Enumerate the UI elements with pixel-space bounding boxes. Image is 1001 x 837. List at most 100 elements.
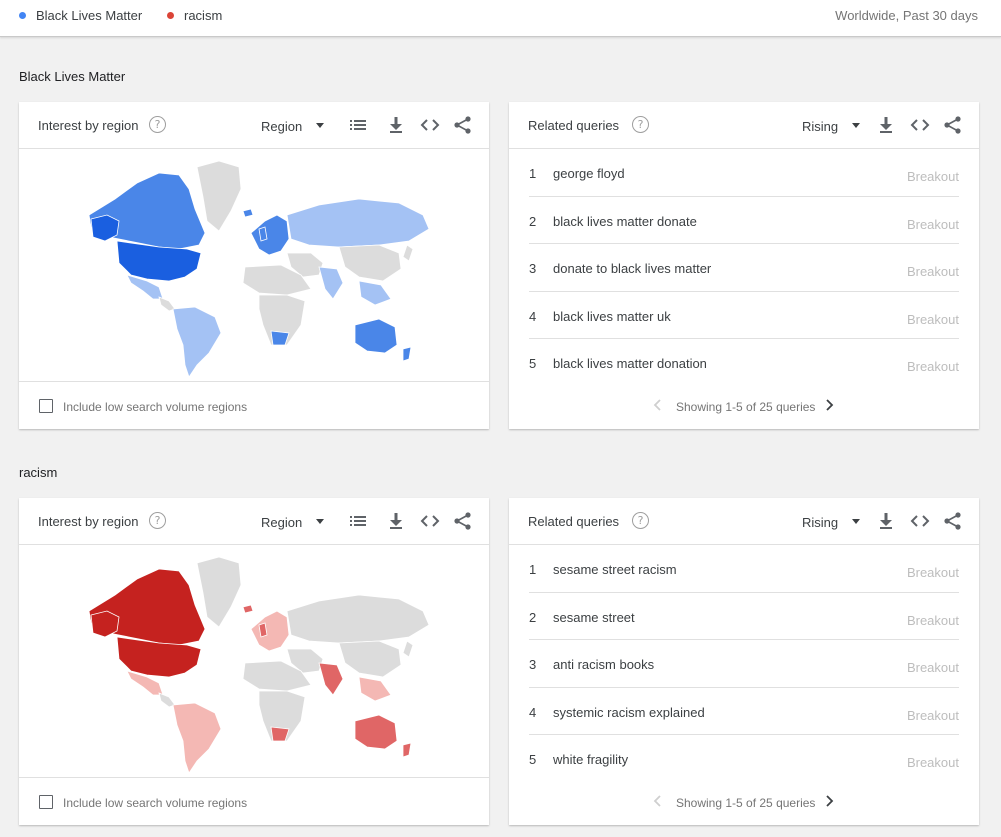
share-icon[interactable] <box>452 510 474 532</box>
query-row[interactable]: 3 anti racism books Breakout <box>529 640 959 688</box>
comparison-bar: Black Lives Matter racism Worldwide, Pas… <box>0 0 1001 37</box>
query-text[interactable]: systemic racism explained <box>553 705 705 720</box>
query-rank: 3 <box>529 657 537 672</box>
help-circle-icon[interactable]: ? <box>632 512 649 529</box>
map-region-europe-west[interactable] <box>250 610 290 652</box>
query-row[interactable]: 2 black lives matter donate Breakout <box>529 197 959 244</box>
chevron-right-icon[interactable] <box>824 399 834 411</box>
query-row[interactable]: 1 sesame street racism Breakout <box>529 545 959 593</box>
dropdown-caret-icon[interactable] <box>316 123 324 128</box>
section-title-1: Black Lives Matter <box>19 69 126 84</box>
query-row[interactable]: 4 black lives matter uk Breakout <box>529 292 959 339</box>
query-rank: 4 <box>529 704 537 720</box>
map-region-new-zealand[interactable] <box>402 742 412 758</box>
map-region-russia[interactable] <box>286 594 430 644</box>
card-header: Related queries ? Rising <box>509 102 979 149</box>
query-text[interactable]: black lives matter uk <box>553 309 671 324</box>
query-text[interactable]: anti racism books <box>553 657 654 672</box>
dropdown-caret-icon[interactable] <box>316 519 324 524</box>
map-region-south-am[interactable] <box>172 306 222 378</box>
map-region-se-asia[interactable] <box>358 280 392 306</box>
dropdown-caret-icon[interactable] <box>852 519 860 524</box>
map-region-se-asia[interactable] <box>358 676 392 702</box>
pagination: Showing 1-5 of 25 queries <box>509 779 979 825</box>
share-icon[interactable] <box>942 114 964 136</box>
query-text[interactable]: sesame street racism <box>553 562 677 577</box>
embed-code-icon[interactable] <box>909 114 931 136</box>
rising-select[interactable]: Rising <box>802 119 838 134</box>
embed-code-icon[interactable] <box>419 114 441 136</box>
query-row[interactable]: 1 george floyd Breakout <box>529 149 959 197</box>
query-value: Breakout <box>906 755 959 770</box>
scope-label: Worldwide, Past 30 days <box>835 8 978 23</box>
region-select[interactable]: Region <box>261 515 302 530</box>
chevron-right-icon[interactable] <box>824 795 834 807</box>
map-region-greenland[interactable] <box>196 160 242 232</box>
query-row[interactable]: 3 donate to black lives matter Breakout <box>529 244 959 292</box>
query-value: Breakout <box>906 216 959 232</box>
map-region-iceland[interactable] <box>242 208 254 218</box>
map-region-india[interactable] <box>318 266 344 300</box>
query-row[interactable]: 5 black lives matter donation Breakout <box>529 339 959 386</box>
pagination-label: Showing 1-5 of 25 queries <box>676 400 816 414</box>
download-icon[interactable] <box>875 510 897 532</box>
query-text[interactable]: black lives matter donate <box>553 214 697 229</box>
legend-dot-red <box>167 12 174 19</box>
dropdown-caret-icon[interactable] <box>852 123 860 128</box>
map-region-australia[interactable] <box>354 318 398 354</box>
region-select[interactable]: Region <box>261 119 302 134</box>
query-text[interactable]: sesame street <box>553 610 635 625</box>
query-value: Breakout <box>906 311 959 327</box>
query-text[interactable]: donate to black lives matter <box>553 261 711 276</box>
download-icon[interactable] <box>385 510 407 532</box>
card-header: Interest by region ? Region <box>19 102 489 149</box>
map-region-australia[interactable] <box>354 714 398 750</box>
query-value: Breakout <box>906 707 959 723</box>
list-view-icon[interactable] <box>347 114 369 136</box>
related-queries-card-2: Related queries ? Rising 1 sesame street… <box>509 498 979 825</box>
query-list: 1 sesame street racism Breakout 2 sesame… <box>529 545 959 782</box>
chevron-left-icon[interactable] <box>653 795 663 807</box>
help-circle-icon[interactable]: ? <box>632 116 649 133</box>
world-map[interactable] <box>19 149 489 382</box>
help-circle-icon[interactable]: ? <box>149 512 166 529</box>
map-region-iceland[interactable] <box>242 604 254 614</box>
query-row[interactable]: 5 white fragility Breakout <box>529 735 959 782</box>
query-text[interactable]: white fragility <box>553 752 628 767</box>
map-region-europe-west[interactable] <box>250 214 290 256</box>
world-map[interactable] <box>19 545 489 778</box>
map-region-asia-east[interactable] <box>338 640 402 678</box>
map-region-japan[interactable] <box>402 244 414 262</box>
low-volume-checkbox[interactable] <box>39 795 53 809</box>
embed-code-icon[interactable] <box>419 510 441 532</box>
low-volume-checkbox[interactable] <box>39 399 53 413</box>
map-region-india[interactable] <box>318 662 344 696</box>
map-region-russia[interactable] <box>286 198 430 248</box>
interest-by-region-card-2: Interest by region ? Region Include low … <box>19 498 489 825</box>
share-icon[interactable] <box>452 114 474 136</box>
section-title-2: racism <box>19 465 58 480</box>
download-icon[interactable] <box>875 114 897 136</box>
embed-code-icon[interactable] <box>909 510 931 532</box>
legend-term-1[interactable]: Black Lives Matter <box>19 8 142 23</box>
help-circle-icon[interactable]: ? <box>149 116 166 133</box>
query-row[interactable]: 2 sesame street Breakout <box>529 593 959 640</box>
query-value: Breakout <box>906 359 959 374</box>
card-title: Interest by region <box>38 514 139 529</box>
rising-select[interactable]: Rising <box>802 515 838 530</box>
legend-dot-blue <box>19 12 26 19</box>
query-text[interactable]: black lives matter donation <box>553 356 707 371</box>
list-view-icon[interactable] <box>347 510 369 532</box>
map-region-asia-east[interactable] <box>338 244 402 282</box>
map-region-greenland[interactable] <box>196 556 242 628</box>
download-icon[interactable] <box>385 114 407 136</box>
map-region-south-am[interactable] <box>172 702 222 774</box>
card-title: Related queries <box>528 514 620 529</box>
map-region-new-zealand[interactable] <box>402 346 412 362</box>
query-text[interactable]: george floyd <box>553 166 625 181</box>
share-icon[interactable] <box>942 510 964 532</box>
query-row[interactable]: 4 systemic racism explained Breakout <box>529 688 959 735</box>
chevron-left-icon[interactable] <box>653 399 663 411</box>
legend-term-2[interactable]: racism <box>167 8 222 23</box>
map-region-japan[interactable] <box>402 640 414 658</box>
